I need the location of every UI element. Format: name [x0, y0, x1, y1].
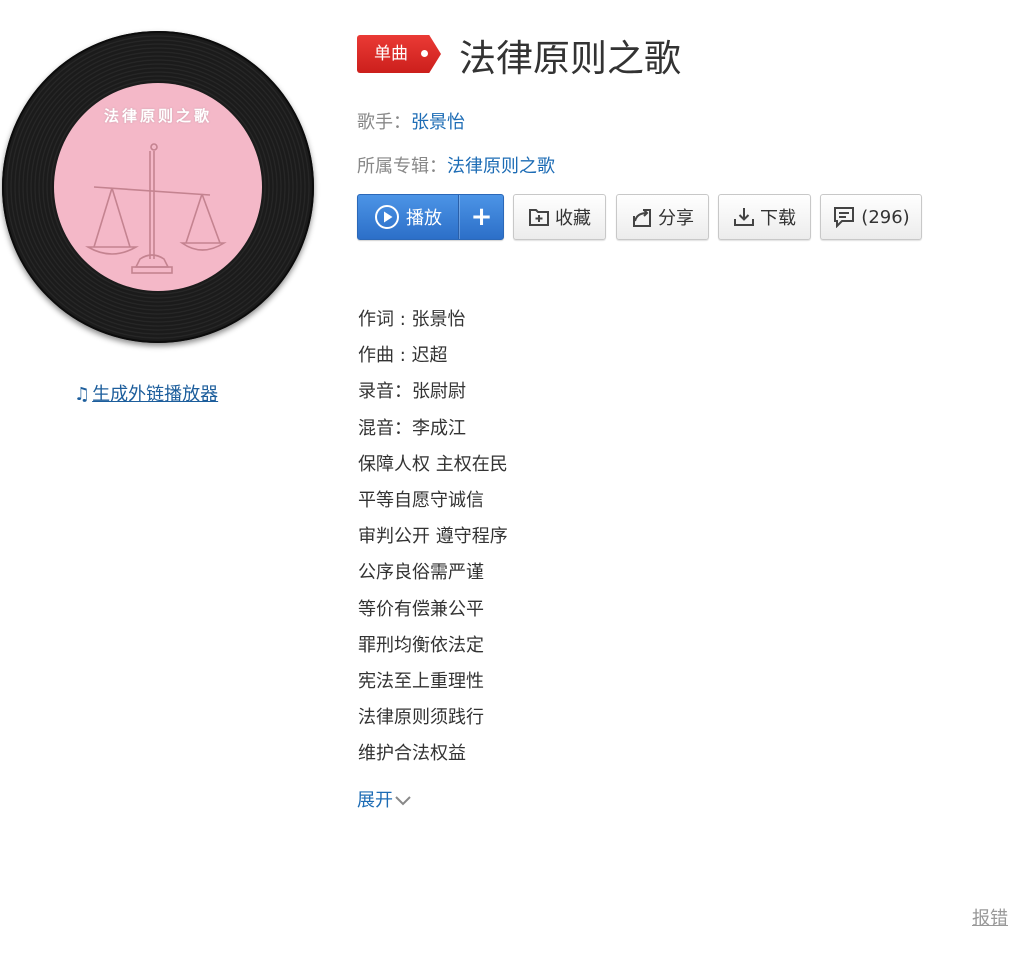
plus-icon: + [470, 202, 493, 232]
scale-icon [85, 143, 227, 274]
external-player-link[interactable]: ♫ 生成外链播放器 [74, 380, 218, 406]
play-button-group: 播放 + [357, 194, 504, 240]
lyric-line: 作曲 : 迟超 [358, 345, 448, 367]
share-icon [633, 209, 651, 227]
comments-count: (296) [861, 206, 910, 228]
play-circle-icon [375, 205, 399, 229]
play-button[interactable]: 播放 [358, 195, 458, 239]
expand-lyrics-link[interactable]: 展开 [357, 786, 412, 812]
expand-label: 展开 [357, 790, 393, 811]
lyric-line: 录音：张尉尉 [358, 381, 466, 403]
lyric-line: 审判公开 遵守程序 [358, 526, 508, 548]
download-button[interactable]: 下载 [718, 194, 811, 240]
chevron-down-icon [395, 796, 411, 806]
singer-link[interactable]: 张景怡 [411, 112, 465, 133]
album-label: 所属专辑： [357, 156, 447, 177]
singer-label: 歌手： [357, 112, 411, 133]
download-button-label: 下载 [760, 208, 796, 229]
music-note-icon: ♫ [74, 384, 91, 405]
lyric-line: 宪法至上重理性 [358, 670, 484, 692]
lyrics-list: 作词 : 张景怡 作曲 : 迟超 录音：张尉尉 混音：李成江保障人权 主权在民 平等自愿… [358, 306, 508, 776]
lyric-line: 平等自愿守诚信 [358, 489, 484, 511]
folder-plus-icon [529, 209, 549, 226]
lyric-line: 维护合法权益 [358, 743, 466, 765]
comments-button[interactable]: (296) [820, 194, 922, 240]
lyric-line: 罪刑均衡依法定 [358, 634, 484, 656]
play-button-label: 播放 [406, 208, 442, 229]
album-cover: 法律原则之歌 [2, 31, 314, 343]
lyric-line: 法律原则须践行 [358, 707, 484, 729]
share-button[interactable]: 分享 [616, 194, 709, 240]
lyric-line: 作词 : 张景怡 [358, 309, 466, 330]
album-row: 所属专辑：法律原则之歌 [357, 152, 555, 178]
album-link[interactable]: 法律原则之歌 [447, 156, 555, 177]
single-tag: 单曲 [357, 35, 441, 73]
external-player-link-label: 生成外链播放器 [92, 384, 219, 405]
download-icon [734, 208, 754, 226]
lyric-line: 保障人权 主权在民 [358, 453, 508, 475]
singer-row: 歌手：张景怡 [357, 108, 465, 134]
lyric-line: 公序良俗需严谨 [358, 562, 484, 584]
report-error-link[interactable]: 报错 [972, 904, 1008, 930]
lyric-line: 混音：李成江 [358, 417, 466, 439]
song-title: 法律原则之歌 [459, 37, 681, 80]
collect-button[interactable]: 收藏 [513, 194, 606, 240]
lyric-line: 等价有偿兼公平 [358, 598, 484, 620]
share-button-label: 分享 [658, 208, 694, 229]
single-tag-label: 单曲 [374, 44, 408, 64]
vinyl-label: 法律原则之歌 [54, 83, 262, 291]
add-to-playlist-button[interactable]: + [458, 195, 504, 239]
comment-icon [834, 207, 855, 228]
collect-button-label: 收藏 [555, 208, 591, 229]
tag-dot [421, 50, 428, 57]
